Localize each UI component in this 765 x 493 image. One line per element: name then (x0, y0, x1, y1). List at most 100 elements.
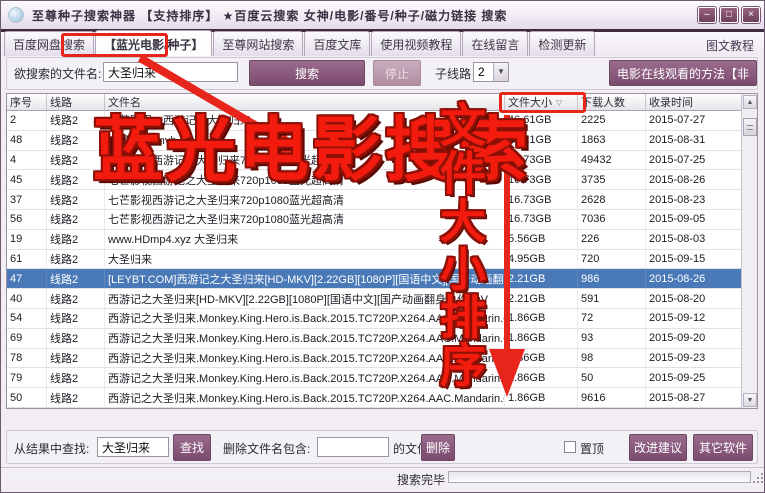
cell-dl: 7036 (578, 209, 646, 229)
table-row[interactable]: 78 线路2 西游记之大圣归来.Monkey.King.Hero.is.Back.2… (7, 348, 743, 369)
table-row[interactable]: 4 线路2 七芒影视西游记之大圣归来720p1080蓝光超高清 16.73GB 4943… (7, 150, 743, 171)
header-date[interactable]: 收录时间 (646, 94, 743, 110)
cell-date: 2015-08-26 (649, 173, 706, 186)
table-row[interactable]: 50 线路2 西游记之大圣归来.Monkey.King.Hero.is.Back.2… (7, 388, 743, 408)
cell-id: 56 (7, 209, 47, 229)
cell-size: 16.73GB (505, 170, 578, 190)
scroll-down-icon[interactable]: ▼ (743, 393, 757, 407)
subline-dropdown[interactable]: 2 ▼ (473, 62, 509, 82)
cell-dl: 3735 (578, 170, 646, 190)
table-row[interactable]: 56 线路2 七芒影视西游记之大圣归来720p1080蓝光超高清 16.73GB 703… (7, 209, 743, 230)
table-row[interactable]: 47 线路2 [LEYBT.COM]西游记之大圣归来[HD-MKV][2.22GB]… (7, 269, 743, 290)
header-name[interactable]: 文件名 (105, 94, 505, 110)
scroll-thumb[interactable] (743, 118, 757, 136)
help-link[interactable]: 图文教程 (706, 37, 754, 54)
header-line[interactable]: 线路 (47, 94, 105, 110)
cell-dl: 720 (578, 249, 646, 269)
cell-date: 2015-08-20 (649, 292, 706, 305)
cell-id: 78 (7, 348, 47, 368)
cell-dl: 1863 (578, 130, 646, 150)
cell-id: 19 (7, 229, 47, 249)
tab-5[interactable]: 在线留言 (462, 31, 529, 56)
header-id[interactable]: 序号 (7, 94, 47, 110)
tab-0[interactable]: 百度网盘搜索 (4, 31, 95, 56)
scroll-up-icon[interactable]: ▲ (743, 95, 757, 109)
tab-bar: 百度网盘搜索 【蓝光电影/种子】 至尊网站搜索 百度文库 使用视频教程 在线留言 检测更新 (1, 30, 764, 56)
cell-date: 2015-08-23 (649, 193, 706, 206)
table-row[interactable]: 40 线路2 西游记之大圣归来[HD-MKV][2.22GB][1080P][国语中… (7, 289, 743, 309)
watch-online-button[interactable]: 电影在线观看的方法【非AV】 (609, 60, 757, 107)
maximize-button[interactable]: □ (720, 7, 738, 23)
header-dl[interactable]: 下载人数 (578, 94, 646, 110)
cell-name: 大圣归来rmvb (105, 130, 505, 150)
results-table: 序号 线路 文件名 文件大小 ▽ 下载人数 收录时间 2 线路2 七芒影视：西游记之大圣归来 46… (6, 93, 758, 409)
minimize-button[interactable]: – (698, 7, 716, 23)
close-button[interactable]: × (742, 7, 760, 23)
cell-name: 西游记之大圣归来.Monkey.King.Hero.is.Back.2015.T… (105, 368, 505, 388)
cell-dl: 9616 (578, 388, 646, 407)
cell-name: 西游记之大圣归来.Monkey.King.Hero.is.Back.2015.T… (105, 388, 505, 407)
tab-2[interactable]: 至尊网站搜索 (213, 31, 304, 56)
cell-line: 线路2 (47, 190, 105, 209)
find-input[interactable] (97, 437, 169, 457)
header-size[interactable]: 文件大小 ▽ (505, 94, 578, 110)
delete-button[interactable]: 删除 (421, 434, 455, 461)
cell-line: 线路2 (47, 209, 105, 229)
cell-line: 线路2 (47, 229, 105, 249)
subline-value: 2 (478, 65, 485, 79)
cell-size: 1.86GB (505, 368, 578, 388)
cell-line: 线路2 (47, 328, 105, 348)
cell-dl: 2628 (578, 190, 646, 209)
cell-name: www.HDmp4.xyz 大圣归来 (105, 229, 505, 249)
cell-id: 54 (7, 308, 47, 328)
table-row[interactable]: 2 线路2 七芒影视：西游记之大圣归来 46.61GB 2225 2015-07-27 (7, 111, 743, 131)
tab-4[interactable]: 使用视频教程 (371, 31, 462, 56)
cell-date: 2015-07-25 (649, 153, 706, 166)
cell-size: 16.73GB (505, 209, 578, 229)
resize-grip[interactable] (753, 473, 763, 483)
search-input[interactable] (103, 62, 238, 82)
cell-id: 48 (7, 130, 47, 150)
cell-dl: 2225 (578, 111, 646, 130)
cell-name: 七芒影视西游记之大圣归来720p1080蓝光超高清 (105, 170, 505, 190)
tab-1[interactable]: 【蓝光电影/种子】 (95, 30, 213, 56)
topmost-checkbox[interactable] (564, 441, 576, 453)
app-window: 至尊种子搜索神器 【支持排序】 ★百度云搜索 女神/电影/番号/种子/磁力链接 … (0, 0, 765, 493)
table-row[interactable]: 19 线路2 www.HDmp4.xyz 大圣归来 5.56GB 226 2015-08-… (7, 229, 743, 250)
other-software-button[interactable]: 其它软件 (693, 434, 753, 461)
delete-input[interactable] (317, 437, 389, 457)
cell-size: 1.86GB (505, 348, 578, 368)
sort-desc-icon: ▽ (556, 97, 563, 107)
cell-name: 西游记之大圣归来[HD-MKV][2.22GB][1080P][国语中文][国产… (105, 289, 505, 308)
table-row[interactable]: 61 线路2 大圣归来 4.95GB 720 2015-09-15 (7, 249, 743, 270)
vertical-scrollbar[interactable]: ▲ ▼ (741, 94, 757, 408)
app-icon (8, 7, 24, 23)
suggest-button[interactable]: 改进建议 (629, 434, 687, 461)
find-button[interactable]: 查找 (173, 434, 211, 461)
cell-name: [LEYBT.COM]西游记之大圣归来[HD-MKV][2.22GB][1080… (105, 269, 505, 289)
table-row[interactable]: 48 线路2 大圣归来rmvb 18.21GB 1863 2015-08-31 (7, 130, 743, 151)
table-row[interactable]: 54 线路2 西游记之大圣归来.Monkey.King.Hero.is.Back.2… (7, 308, 743, 329)
cell-dl: 49432 (578, 150, 646, 170)
chevron-down-icon[interactable]: ▼ (493, 63, 508, 81)
table-row[interactable]: 45 线路2 七芒影视西游记之大圣归来720p1080蓝光超高清 16.73GB 373… (7, 170, 743, 191)
tab-3[interactable]: 百度文库 (304, 31, 371, 56)
cell-id: 61 (7, 249, 47, 269)
cell-size: 16.73GB (505, 190, 578, 209)
table-row[interactable]: 69 线路2 西游记之大圣归来.Monkey.King.Hero.is.Back.2… (7, 328, 743, 349)
cell-id: 69 (7, 328, 47, 348)
tab-bar-tabs: 百度网盘搜索 【蓝光电影/种子】 至尊网站搜索 百度文库 使用视频教程 在线留言 检测更新 (4, 30, 596, 56)
cell-name: 西游记之大圣归来.Monkey.King.Hero.is.Back.2015.T… (105, 348, 505, 368)
cell-id: 50 (7, 388, 47, 407)
table-row[interactable]: 79 线路2 西游记之大圣归来.Monkey.King.Hero.is.Back.2… (7, 368, 743, 389)
tab-6[interactable]: 检测更新 (529, 31, 596, 56)
search-button[interactable]: 搜索 (249, 60, 365, 86)
table-row[interactable]: 37 线路2 七芒影视西游记之大圣归来720p1080蓝光超高清 16.73GB 262… (7, 190, 743, 210)
stop-button[interactable]: 停止 (373, 60, 421, 86)
cell-dl: 98 (578, 348, 646, 368)
cell-name: 西游记之大圣归来.Monkey.King.Hero.is.Back.2015.T… (105, 308, 505, 328)
cell-dl: 93 (578, 328, 646, 348)
cell-size: 1.86GB (505, 388, 578, 407)
cell-line: 线路2 (47, 289, 105, 308)
title-bar: 至尊种子搜索神器 【支持排序】 ★百度云搜索 女神/电影/番号/种子/磁力链接 … (1, 1, 764, 29)
